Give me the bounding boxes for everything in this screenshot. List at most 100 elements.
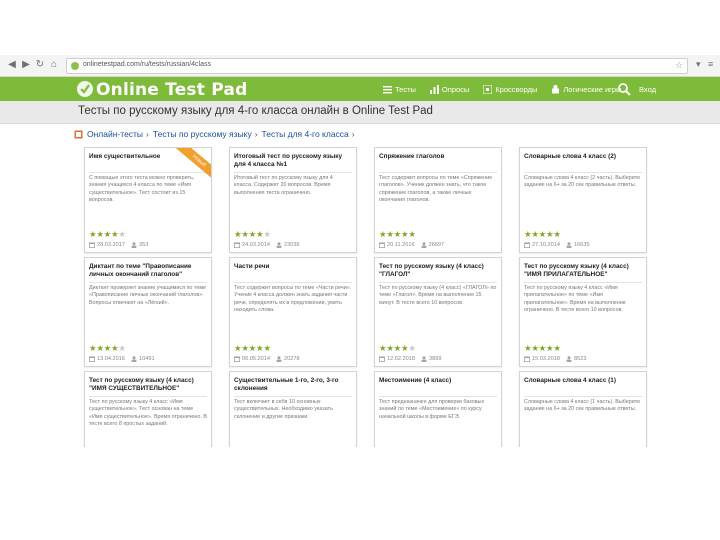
card-divider xyxy=(234,282,352,283)
breadcrumb-separator: › xyxy=(146,129,149,139)
test-card[interactable]: Имя существительное С помощью этого теста… xyxy=(84,147,212,253)
card-date: 20.11.2016 xyxy=(387,242,415,248)
card-description: Итоговый тест по русскому языку для 4 кл… xyxy=(234,175,333,196)
card-participants: 23036 xyxy=(284,242,300,248)
card-title[interactable]: Словарные слова 4 класс (1) xyxy=(524,377,642,385)
test-card[interactable]: Итоговый тест по русскому языку для 4 кл… xyxy=(229,147,357,253)
calendar-icon xyxy=(524,242,530,248)
card-participants: 3899 xyxy=(429,356,442,362)
test-card[interactable]: Местоимение (4 класс) Тест предназначен д… xyxy=(374,371,502,447)
card-participants: 20278 xyxy=(284,356,300,362)
logo-text: Online Test Pad xyxy=(96,80,248,100)
test-card[interactable]: Тест по русскому языку (4 класс) "ИМЯ ПР… xyxy=(519,257,647,367)
calendar-icon xyxy=(89,356,95,362)
home-icon[interactable]: ⌂ xyxy=(48,59,60,71)
card-divider xyxy=(524,282,642,283)
users-icon xyxy=(276,242,282,248)
test-card[interactable]: Части речи Тест содержит вопросы по теме … xyxy=(229,257,357,367)
users-icon xyxy=(421,242,427,248)
calendar-icon xyxy=(379,356,385,362)
star-icon: ★ xyxy=(96,229,104,239)
star-icon: ★ xyxy=(531,229,539,239)
address-bar[interactable]: onlinetestpad.com/ru/tests/russian/4clas… xyxy=(66,58,688,74)
card-title[interactable]: Части речи xyxy=(234,263,352,271)
rating-stars: ★★★★★ xyxy=(89,229,126,240)
card-participants: 26697 xyxy=(428,242,445,248)
test-card[interactable]: Тест по русскому языку (4 класс) "ИМЯ СУ… xyxy=(84,371,212,447)
card-title[interactable]: Тест по русскому языку (4 класс) "ИМЯ СУ… xyxy=(89,377,207,393)
card-date: 13.04.2016 xyxy=(97,356,125,362)
breadcrumb-separator: › xyxy=(254,129,258,139)
card-meta: 28.03.2017 353 xyxy=(89,242,148,248)
calendar-icon xyxy=(89,242,95,248)
star-icon: ★ xyxy=(248,343,257,353)
nav-tests[interactable]: Тесты xyxy=(383,85,416,94)
star-icon: ★ xyxy=(531,343,539,353)
nav-label: Тесты xyxy=(395,84,416,94)
card-title[interactable]: Местоимение (4 класс) xyxy=(379,377,497,385)
breadcrumb-online-tests[interactable]: Онлайн-тесты xyxy=(87,129,143,139)
card-description: Тест предназначен для проверки базовых з… xyxy=(379,399,485,420)
crossword-icon xyxy=(483,84,493,94)
calendar-icon xyxy=(234,242,240,248)
back-icon[interactable]: ◀ xyxy=(6,59,18,71)
screenshot-frame: ◀ ▶ ↻ ⌂ onlinetestpad.com/ru/tests/russi… xyxy=(0,55,720,447)
list-icon xyxy=(383,85,392,93)
star-icon: ★ xyxy=(408,343,416,353)
test-card[interactable]: Словарные слова 4 класс (2) Словарные сло… xyxy=(519,147,647,253)
rating-stars: ★★★★★ xyxy=(379,343,416,354)
card-description: Тест по русскому языку (4 класс) «ГЛАГОЛ… xyxy=(379,285,497,306)
menu-icon[interactable]: ≡ xyxy=(708,59,713,69)
star-icon: ★ xyxy=(118,229,126,239)
card-title[interactable]: Спряжение глаголов xyxy=(379,153,497,161)
card-date: 06.05.2014 xyxy=(242,356,270,362)
download-icon[interactable]: ▾ xyxy=(696,59,701,70)
card-divider xyxy=(379,282,497,283)
test-card[interactable]: Существительные 1-го, 2-го, 3-го склонен… xyxy=(229,371,357,447)
nav-label: Опросы xyxy=(441,84,470,94)
card-participants: 8523 xyxy=(574,356,587,362)
bookmark-star-icon[interactable]: ☆ xyxy=(675,60,683,71)
star-icon: ★ xyxy=(408,229,416,239)
card-description: Тест по русскому языку 4 класс «Имя суще… xyxy=(89,399,207,428)
rating-stars: ★★★★★ xyxy=(234,229,271,240)
card-title[interactable]: Тест по русскому языку (4 класс) "ИМЯ ПР… xyxy=(524,263,642,279)
card-title[interactable]: Диктант по теме "Правописание личных око… xyxy=(89,263,207,279)
card-meta: 24.03.2014 23036 xyxy=(234,242,300,248)
star-icon: ★ xyxy=(103,343,112,353)
page-heading-bar: Тесты по русскому языку для 4-го класса … xyxy=(0,101,720,124)
card-description: Словарные слова 4 класс (2 часть). Выбер… xyxy=(524,175,641,189)
reload-icon[interactable]: ↻ xyxy=(34,59,46,71)
card-date: 28.03.2017 xyxy=(97,242,125,248)
nav-crosswords[interactable]: Кроссворды xyxy=(483,84,538,94)
card-meta: 20.11.2016 26697 xyxy=(379,242,444,248)
card-participants: 353 xyxy=(139,242,149,248)
forward-icon[interactable]: ▶ xyxy=(20,59,32,71)
nav-polls[interactable]: Опросы xyxy=(429,84,470,94)
nav-label: Кроссворды xyxy=(495,84,538,94)
search-icon[interactable] xyxy=(617,82,631,96)
card-title[interactable]: Итоговый тест по русскому языку для 4 кл… xyxy=(234,153,352,169)
nav-label: Логические игры xyxy=(563,84,622,94)
logo-icon xyxy=(77,81,93,97)
card-title[interactable]: Тест по русскому языку (4 класс) "ГЛАГОЛ… xyxy=(379,263,497,279)
test-card[interactable]: Диктант по теме "Правописание личных око… xyxy=(84,257,212,367)
breadcrumb-4th-grade[interactable]: Тесты для 4-го класса xyxy=(262,129,349,139)
star-icon: ★ xyxy=(538,343,547,353)
nav-logic-games[interactable]: Логические игры xyxy=(551,84,622,94)
rating-stars: ★★★★★ xyxy=(524,343,561,354)
card-divider xyxy=(89,172,207,173)
card-divider xyxy=(89,396,207,397)
card-title[interactable]: Существительные 1-го, 2-го, 3-го склонен… xyxy=(234,377,352,393)
browser-toolbar: ◀ ▶ ↻ ⌂ onlinetestpad.com/ru/tests/russi… xyxy=(0,55,720,77)
home-icon xyxy=(74,130,83,138)
test-card[interactable]: Словарные слова 4 класс (1) Словарные сло… xyxy=(519,371,647,447)
test-card[interactable]: Спряжение глаголов Тест содержит вопросы … xyxy=(374,147,502,253)
card-title[interactable]: Словарные слова 4 класс (2) xyxy=(524,153,642,161)
test-card[interactable]: Тест по русскому языку (4 класс) "ГЛАГОЛ… xyxy=(374,257,502,367)
star-icon: ★ xyxy=(386,343,394,353)
card-description: С помощью этого теста можно проверить, з… xyxy=(89,175,195,204)
login-link[interactable]: Вход xyxy=(639,85,656,94)
breadcrumb-russian-tests[interactable]: Тесты по русскому языку xyxy=(153,129,252,139)
star-icon: ★ xyxy=(263,343,271,353)
